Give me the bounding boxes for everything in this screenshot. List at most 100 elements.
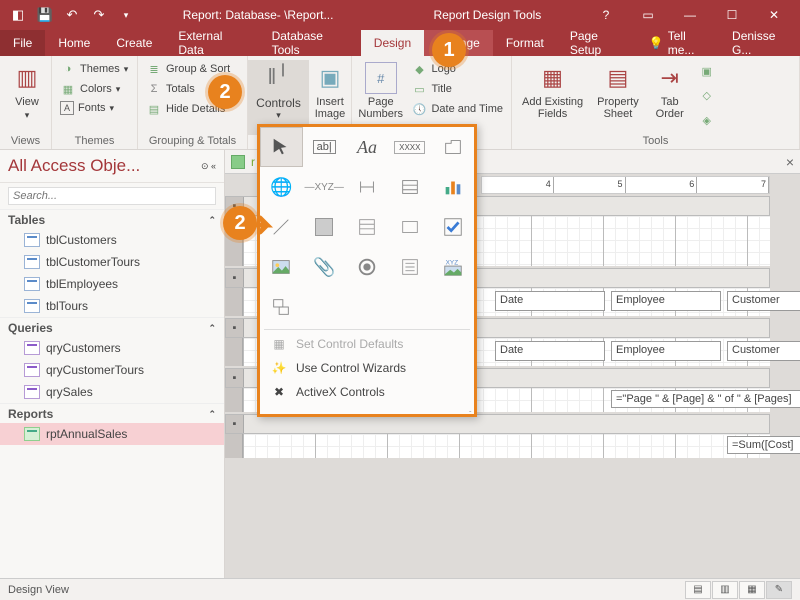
label-control[interactable]: Employee (611, 291, 721, 311)
control-checkbox-icon[interactable] (431, 207, 474, 247)
control-textbox-icon[interactable]: ab| (303, 127, 346, 167)
control-image-frame-icon[interactable] (260, 287, 303, 327)
account-name[interactable]: Denisse G... (732, 29, 792, 57)
tab-external-data[interactable]: External Data (165, 30, 258, 56)
control-button-icon[interactable]: XXXX (388, 127, 431, 167)
ribbon-collapse-icon[interactable]: ▭ (628, 0, 668, 30)
control-pagebreak-icon[interactable] (346, 167, 389, 207)
use-control-wizards-item[interactable]: ✨Use Control Wizards (260, 356, 474, 380)
maximize-icon[interactable]: ☐ (712, 0, 752, 30)
hide-details-icon: ▤ (146, 101, 162, 117)
close-icon[interactable]: ✕ (754, 0, 794, 30)
title-button[interactable]: ▭Title (409, 80, 505, 98)
view-layout-icon[interactable]: ▦ (739, 581, 765, 599)
control-unbound-icon[interactable] (260, 247, 303, 287)
nav-pane-title[interactable]: All Access Obje... (8, 156, 201, 176)
nav-item-table[interactable]: tblCustomerTours (0, 251, 224, 273)
view-report-icon[interactable]: ▤ (685, 581, 711, 599)
chevron-up-icon: ⌃ (208, 323, 216, 334)
control-combobox-icon[interactable] (388, 167, 431, 207)
section-bar[interactable]: ▪ (225, 414, 770, 434)
tab-design[interactable]: Design (361, 30, 424, 56)
minimize-icon[interactable]: — (670, 0, 710, 30)
nav-item-table[interactable]: tblCustomers (0, 229, 224, 251)
defaults-icon: ▦ (270, 337, 288, 351)
callout-badge-2: 2 (208, 75, 242, 109)
control-hyperlink-icon[interactable]: 🌐 (260, 167, 303, 207)
lightbulb-icon: 💡 (649, 36, 664, 50)
horizontal-ruler: 4567 (481, 176, 770, 194)
view-print-icon[interactable]: ▥ (712, 581, 738, 599)
nav-section-queries[interactable]: Queries⌃ (0, 317, 224, 337)
convert-macros-button[interactable]: ◈ (697, 112, 717, 130)
app-icon[interactable]: ◧ (6, 3, 30, 27)
textbox-control[interactable]: Employee (611, 341, 721, 361)
colors-icon: ▦ (60, 81, 76, 97)
fonts-button[interactable]: AFonts▾ (58, 100, 130, 116)
view-button[interactable]: ▥ View▾ (6, 60, 48, 132)
redo-icon[interactable]: ↷ (87, 3, 111, 27)
design-grid[interactable]: =Sum([Cost] (243, 434, 770, 458)
date-time-icon: 🕔 (411, 101, 427, 117)
group-label-views: Views (6, 132, 45, 149)
nav-collapse-icon[interactable]: ⊙ « (201, 161, 216, 172)
control-rectangle-icon[interactable] (388, 207, 431, 247)
resize-grip-icon[interactable]: ... (260, 404, 474, 414)
svg-text:XYZ: XYZ (445, 259, 458, 266)
control-toggle-icon[interactable] (303, 207, 346, 247)
control-label-icon[interactable]: Aa (346, 127, 389, 167)
themes-button[interactable]: ◑Themes▾ (58, 60, 130, 78)
control-bound-icon[interactable]: XYZ (431, 247, 474, 287)
view-design-icon[interactable]: ✎ (766, 581, 792, 599)
control-subform-icon[interactable] (388, 247, 431, 287)
control-select-icon[interactable] (260, 127, 303, 167)
property-sheet-button[interactable]: ▤Property Sheet (593, 60, 643, 132)
control-option-icon[interactable] (346, 247, 389, 287)
context-tools-title: Report Design Tools (433, 8, 541, 22)
set-control-defaults-item: ▦Set Control Defaults (260, 332, 474, 356)
tell-me-input[interactable]: Tell me... (668, 29, 712, 57)
nav-item-query[interactable]: qryCustomers (0, 337, 224, 359)
control-navigation-icon[interactable]: —XYZ— (303, 167, 346, 207)
date-time-button[interactable]: 🕔Date and Time (409, 100, 505, 118)
qat-customize-icon[interactable]: ▾ (114, 3, 138, 27)
nav-item-report[interactable]: rptAnnualSales (0, 423, 224, 445)
control-tab-icon[interactable] (431, 127, 474, 167)
nav-item-query[interactable]: qrySales (0, 381, 224, 403)
page-numbers-button[interactable]: # Page Numbers (358, 60, 403, 132)
view-code-button[interactable]: ◇ (697, 87, 717, 105)
textbox-control[interactable]: ="Page " & [Page] & " of " & [Pages] (611, 390, 800, 408)
tab-format[interactable]: Format (493, 30, 557, 56)
save-icon[interactable]: 💾 (33, 3, 57, 27)
undo-icon[interactable]: ↶ (60, 3, 84, 27)
control-attachment-icon[interactable]: 📎 (303, 247, 346, 287)
colors-button[interactable]: ▦Colors▾ (58, 80, 130, 98)
nav-item-query[interactable]: qryCustomerTours (0, 359, 224, 381)
help-icon[interactable]: ? (586, 0, 626, 30)
textbox-control[interactable]: Date (495, 341, 605, 361)
tab-home[interactable]: Home (45, 30, 103, 56)
tab-database-tools[interactable]: Database Tools (259, 30, 361, 56)
tab-page-setup[interactable]: Page Setup (557, 30, 641, 56)
add-existing-fields-button[interactable]: ▦Add Existing Fields (518, 60, 587, 132)
query-icon (24, 341, 40, 355)
tab-create[interactable]: Create (103, 30, 165, 56)
control-chart-icon[interactable] (431, 167, 474, 207)
nav-section-tables[interactable]: Tables⌃ (0, 209, 224, 229)
activex-icon: ✖ (270, 385, 288, 399)
label-control[interactable]: Date (495, 291, 605, 311)
nav-item-table[interactable]: tblTours (0, 295, 224, 317)
document-close-icon[interactable]: × (786, 154, 794, 170)
subreport-button[interactable]: ▣ (697, 62, 717, 80)
nav-item-table[interactable]: tblEmployees (0, 273, 224, 295)
title-bar: ◧ 💾 ↶ ↷ ▾ Report: Database- \Report... R… (0, 0, 800, 30)
nav-section-reports[interactable]: Reports⌃ (0, 403, 224, 423)
textbox-control[interactable]: Customer (727, 341, 800, 361)
tab-order-button[interactable]: ⇥Tab Order (649, 60, 691, 132)
tab-file[interactable]: File (0, 30, 45, 56)
textbox-control[interactable]: =Sum([Cost] (727, 436, 800, 454)
activex-controls-item[interactable]: ✖ActiveX Controls (260, 380, 474, 404)
control-listbox-icon[interactable] (346, 207, 389, 247)
label-control[interactable]: Customer (727, 291, 800, 311)
nav-search-input[interactable] (8, 187, 216, 205)
